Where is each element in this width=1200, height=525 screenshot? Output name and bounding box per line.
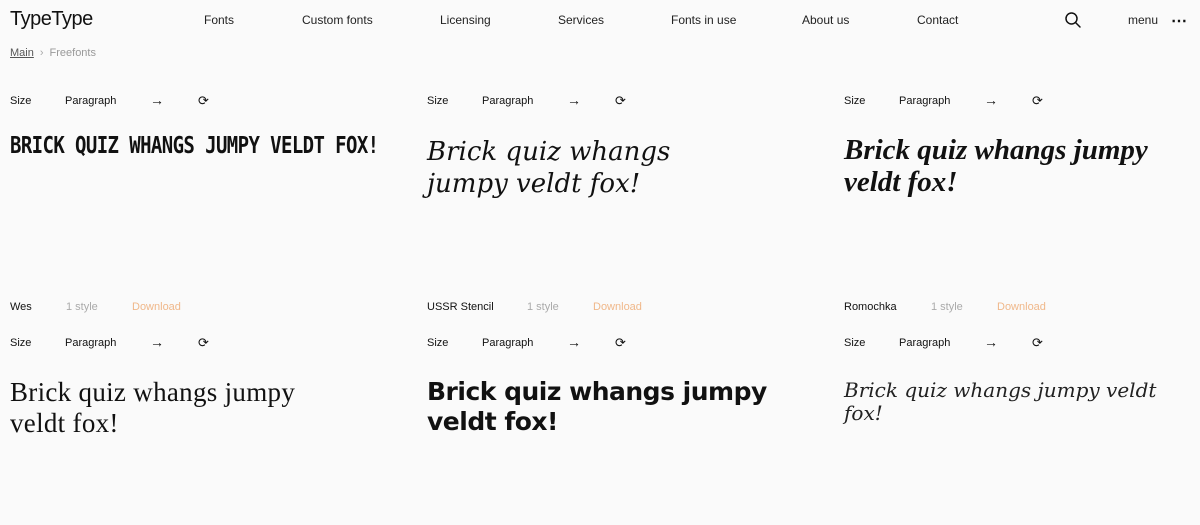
font-sample-text[interactable]: BRICK QUIZ WHANGS JUMPY VELDT FOX! xyxy=(10,133,400,160)
arrow-right-icon[interactable]: → xyxy=(984,92,998,108)
font-name[interactable]: Wes xyxy=(10,301,32,313)
download-link[interactable]: Download xyxy=(593,301,642,313)
download-link[interactable]: Download xyxy=(997,301,1046,313)
font-sample-text[interactable]: Brick quiz whangs jumpy veldt fox! xyxy=(844,134,1184,198)
font-name[interactable]: USSR Stencil xyxy=(427,301,494,313)
paragraph-control[interactable]: Paragraph xyxy=(65,337,116,349)
paragraph-control[interactable]: Paragraph xyxy=(899,95,950,107)
arrow-right-icon[interactable]: → xyxy=(567,334,581,350)
download-link[interactable]: Download xyxy=(132,301,181,313)
site-logo[interactable]: TypeType xyxy=(10,8,93,31)
breadcrumb-main[interactable]: Main xyxy=(10,47,34,59)
font-styles-count: 1 style xyxy=(66,301,98,313)
nav-licensing[interactable]: Licensing xyxy=(440,13,491,27)
font-styles-count: 1 style xyxy=(931,301,963,313)
font-name[interactable]: Romochka xyxy=(844,301,897,313)
nav-fonts[interactable]: Fonts xyxy=(204,13,234,27)
size-control[interactable]: Size xyxy=(844,95,865,107)
more-icon[interactable]: ⋯ xyxy=(1171,11,1188,31)
font-sample-text[interactable]: Brick quiz whangs jumpy veldt fox! xyxy=(427,377,767,437)
size-control[interactable]: Size xyxy=(10,95,31,107)
search-icon[interactable] xyxy=(1064,11,1082,29)
size-control[interactable]: Size xyxy=(844,337,865,349)
refresh-icon[interactable]: ⟳ xyxy=(198,93,209,109)
font-sample-text[interactable]: Brick quiz whangs jumpy veldt fox! xyxy=(844,379,1174,425)
menu-button[interactable]: menu xyxy=(1128,13,1158,27)
paragraph-control[interactable]: Paragraph xyxy=(482,337,533,349)
refresh-icon[interactable]: ⟳ xyxy=(198,335,209,351)
arrow-right-icon[interactable]: → xyxy=(150,334,164,350)
nav-contact[interactable]: Contact xyxy=(917,13,958,27)
paragraph-control[interactable]: Paragraph xyxy=(899,337,950,349)
breadcrumb-current: Freefonts xyxy=(49,47,96,59)
arrow-right-icon[interactable]: → xyxy=(567,92,581,108)
paragraph-control[interactable]: Paragraph xyxy=(482,95,533,107)
arrow-right-icon[interactable]: → xyxy=(150,92,164,108)
refresh-icon[interactable]: ⟳ xyxy=(615,335,626,351)
top-navigation: TypeType Fonts Custom fonts Licensing Se… xyxy=(0,0,1200,40)
font-sample-text[interactable]: Brick quiz whangs jumpy veldt fox! xyxy=(10,377,340,439)
refresh-icon[interactable]: ⟳ xyxy=(1032,93,1043,109)
refresh-icon[interactable]: ⟳ xyxy=(1032,335,1043,351)
arrow-right-icon[interactable]: → xyxy=(984,334,998,350)
nav-fonts-in-use[interactable]: Fonts in use xyxy=(671,13,736,27)
size-control[interactable]: Size xyxy=(10,337,31,349)
breadcrumb: Main › Freefonts xyxy=(10,47,96,59)
font-sample-text[interactable]: Brick quiz whangs jumpy veldt fox! xyxy=(427,136,747,200)
refresh-icon[interactable]: ⟳ xyxy=(615,93,626,109)
size-control[interactable]: Size xyxy=(427,337,448,349)
paragraph-control[interactable]: Paragraph xyxy=(65,95,116,107)
nav-services[interactable]: Services xyxy=(558,13,604,27)
font-styles-count: 1 style xyxy=(527,301,559,313)
chevron-right-icon: › xyxy=(39,47,44,59)
nav-about-us[interactable]: About us xyxy=(802,13,849,27)
nav-custom-fonts[interactable]: Custom fonts xyxy=(302,13,373,27)
size-control[interactable]: Size xyxy=(427,95,448,107)
